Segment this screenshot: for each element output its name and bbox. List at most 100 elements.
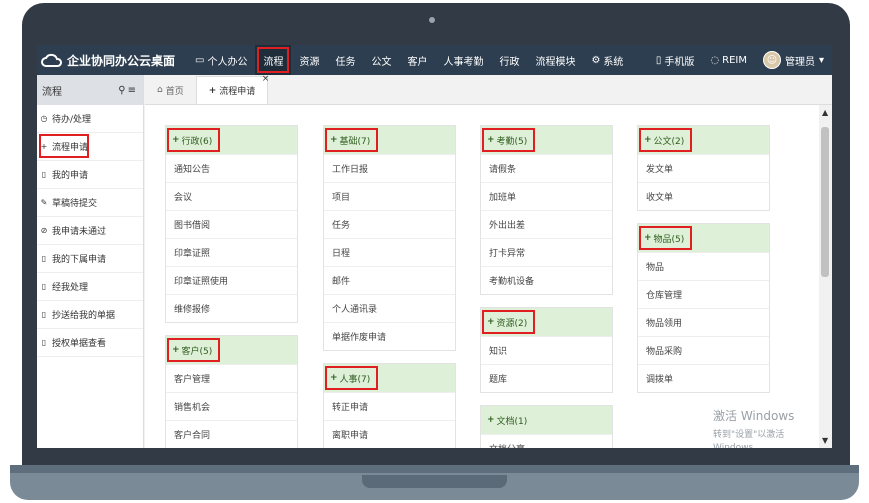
panel-item[interactable]: 仓库管理: [638, 280, 769, 308]
panel-item[interactable]: 会议: [166, 182, 297, 210]
plus-icon: +: [330, 373, 338, 383]
sidebar-list: ◷ 待办/处理 + 流程申请 ▯ 我的申请 ✎ 草稿待提交 ⊘ 我申请未通过 ▯ 我的下属申请 ▯ 经我处…: [37, 105, 143, 357]
tab-label: 首页: [165, 86, 184, 97]
nav-item-4[interactable]: 公文: [363, 45, 399, 75]
panel-item[interactable]: 个人通讯录: [324, 294, 455, 322]
scrollbar[interactable]: ▲ ▼: [819, 105, 832, 448]
nav-item-6[interactable]: 人事考勤: [435, 45, 491, 75]
panel-item[interactable]: 转正申请: [324, 392, 455, 420]
panel-header[interactable]: + 基础(7): [324, 126, 455, 154]
nav-item-9[interactable]: ⚙ 系统: [583, 45, 631, 75]
panel-item[interactable]: 销售机会: [166, 392, 297, 420]
tab-home[interactable]: ⌂ 首页: [145, 76, 196, 104]
panel-header[interactable]: + 资源(2): [481, 308, 612, 336]
gear-icon: ⚙: [591, 54, 601, 66]
panel-header[interactable]: + 人事(7): [324, 364, 455, 392]
sidebar-item-2[interactable]: ▯ 我的申请: [37, 161, 143, 189]
panel-header[interactable]: + 公文(2): [638, 126, 769, 154]
panel-item[interactable]: 文档分享: [481, 434, 612, 448]
panel-header[interactable]: + 物品(5): [638, 224, 769, 252]
nav-item-3[interactable]: 任务: [327, 45, 363, 75]
nav-item-label: 任务: [335, 56, 356, 68]
sidebar-item-4[interactable]: ⊘ 我申请未通过: [37, 217, 143, 245]
panel-item[interactable]: 单据作废申请: [324, 322, 455, 350]
panel-header[interactable]: + 考勤(5): [481, 126, 612, 154]
tab-flow-apply[interactable]: + 流程申请 ×: [195, 74, 270, 104]
plus-icon: +: [172, 135, 180, 145]
nav-item-1[interactable]: 流程: [255, 45, 292, 75]
sidebar-item-1[interactable]: + 流程申请: [37, 133, 143, 161]
laptop-notch: [362, 475, 507, 488]
panel-item[interactable]: 收文单: [638, 182, 769, 210]
panel-item[interactable]: 物品采购: [638, 336, 769, 364]
sidebar-item-0[interactable]: ◷ 待办/处理: [37, 105, 143, 133]
panel-item[interactable]: 维修报修: [166, 294, 297, 322]
panel-item[interactable]: 项目: [324, 182, 455, 210]
panel-item[interactable]: 客户管理: [166, 364, 297, 392]
panel-item[interactable]: 打卡异常: [481, 238, 612, 266]
camera-dot: [429, 17, 435, 23]
panel-title: 资源(2): [496, 318, 528, 329]
home-icon: ⌂: [157, 85, 163, 95]
menu-icon[interactable]: ≡: [128, 85, 138, 96]
panel-item[interactable]: 邮件: [324, 266, 455, 294]
panel-item[interactable]: 印章证照: [166, 238, 297, 266]
nav-item-7[interactable]: 行政: [491, 45, 527, 75]
panel-item[interactable]: 印章证照使用: [166, 266, 297, 294]
panel-item[interactable]: 请假条: [481, 154, 612, 182]
panel-item[interactable]: 题库: [481, 364, 612, 392]
nav-item-2[interactable]: 资源: [291, 45, 327, 75]
panel-title: 基础(7): [339, 136, 371, 147]
panel-title: 人事(7): [339, 374, 371, 385]
sidebar-item-label: 抄送给我的单据: [52, 311, 116, 321]
panel-item[interactable]: 物品领用: [638, 308, 769, 336]
app-screen: 企业协同办公云桌面 ▭ 个人办公 流程 资源 任务 公文 客户 人事考勤 行政 流程模块 ⚙ 系统 ▯…: [37, 45, 832, 448]
scroll-up-icon[interactable]: ▲: [822, 108, 828, 117]
panel-header[interactable]: + 行政(6): [166, 126, 297, 154]
search-icon[interactable]: ⚲: [118, 85, 127, 96]
mobile-version-link[interactable]: ▯ 手机版: [648, 45, 703, 75]
plus-icon: +: [644, 233, 652, 243]
panel-item[interactable]: 知识: [481, 336, 612, 364]
avatar: ☺: [762, 51, 781, 69]
plus-icon: +: [172, 345, 180, 355]
bookmark-icon: ▯: [41, 254, 47, 263]
sidebar-title: 流程: [42, 86, 62, 98]
panel-item[interactable]: 图书借阅: [166, 210, 297, 238]
user-menu[interactable]: ☺ 管理员 ▾: [755, 45, 832, 75]
panel-item[interactable]: 发文单: [638, 154, 769, 182]
panel-item[interactable]: 日程: [324, 238, 455, 266]
sidebar-item-7[interactable]: ▯ 抄送给我的单据: [37, 301, 143, 329]
panel-item[interactable]: 加班单: [481, 182, 612, 210]
panel-header[interactable]: + 客户(5): [166, 336, 297, 364]
cloud-logo-icon: [41, 53, 62, 67]
nav-item-8[interactable]: 流程模块: [527, 45, 583, 75]
panel-title: 文档(1): [496, 416, 528, 427]
panel-item[interactable]: 考勤机设备: [481, 266, 612, 294]
close-icon[interactable]: ×: [262, 74, 270, 84]
scroll-thumb[interactable]: [821, 127, 829, 277]
sidebar-item-3[interactable]: ✎ 草稿待提交: [37, 189, 143, 217]
sidebar-item-8[interactable]: ▯ 授权单据查看: [37, 329, 143, 357]
sidebar-item-5[interactable]: ▯ 我的下属申请: [37, 245, 143, 273]
nav-menu: ▭ 个人办公 流程 资源 任务 公文 客户 人事考勤 行政 流程模块 ⚙ 系统: [187, 45, 631, 75]
panel-item[interactable]: 任务: [324, 210, 455, 238]
panel-header[interactable]: + 文档(1): [481, 406, 612, 434]
reim-label: REIM: [722, 54, 747, 66]
nav-item-5[interactable]: 客户: [399, 45, 435, 75]
nav-item-label: 系统: [603, 56, 624, 68]
category-panel: + 客户(5) 客户管理 销售机会 客户合同: [165, 335, 298, 448]
sidebar-item-6[interactable]: ▯ 经我处理: [37, 273, 143, 301]
panel-item[interactable]: 工作日报: [324, 154, 455, 182]
nav-item-0[interactable]: ▭ 个人办公: [187, 45, 255, 75]
panel-item[interactable]: 客户合同: [166, 420, 297, 448]
panel-item[interactable]: 物品: [638, 252, 769, 280]
panel-item[interactable]: 离职申请: [324, 420, 455, 448]
panel-item[interactable]: 通知公告: [166, 154, 297, 182]
brand[interactable]: 企业协同办公云桌面: [37, 52, 187, 69]
mobile-icon: ▯: [655, 54, 662, 66]
panel-item[interactable]: 调拨单: [638, 364, 769, 392]
panel-item[interactable]: 外出出差: [481, 210, 612, 238]
reim-link[interactable]: ◌ REIM: [702, 45, 755, 75]
sidebar-item-label: 流程申请: [52, 143, 89, 153]
